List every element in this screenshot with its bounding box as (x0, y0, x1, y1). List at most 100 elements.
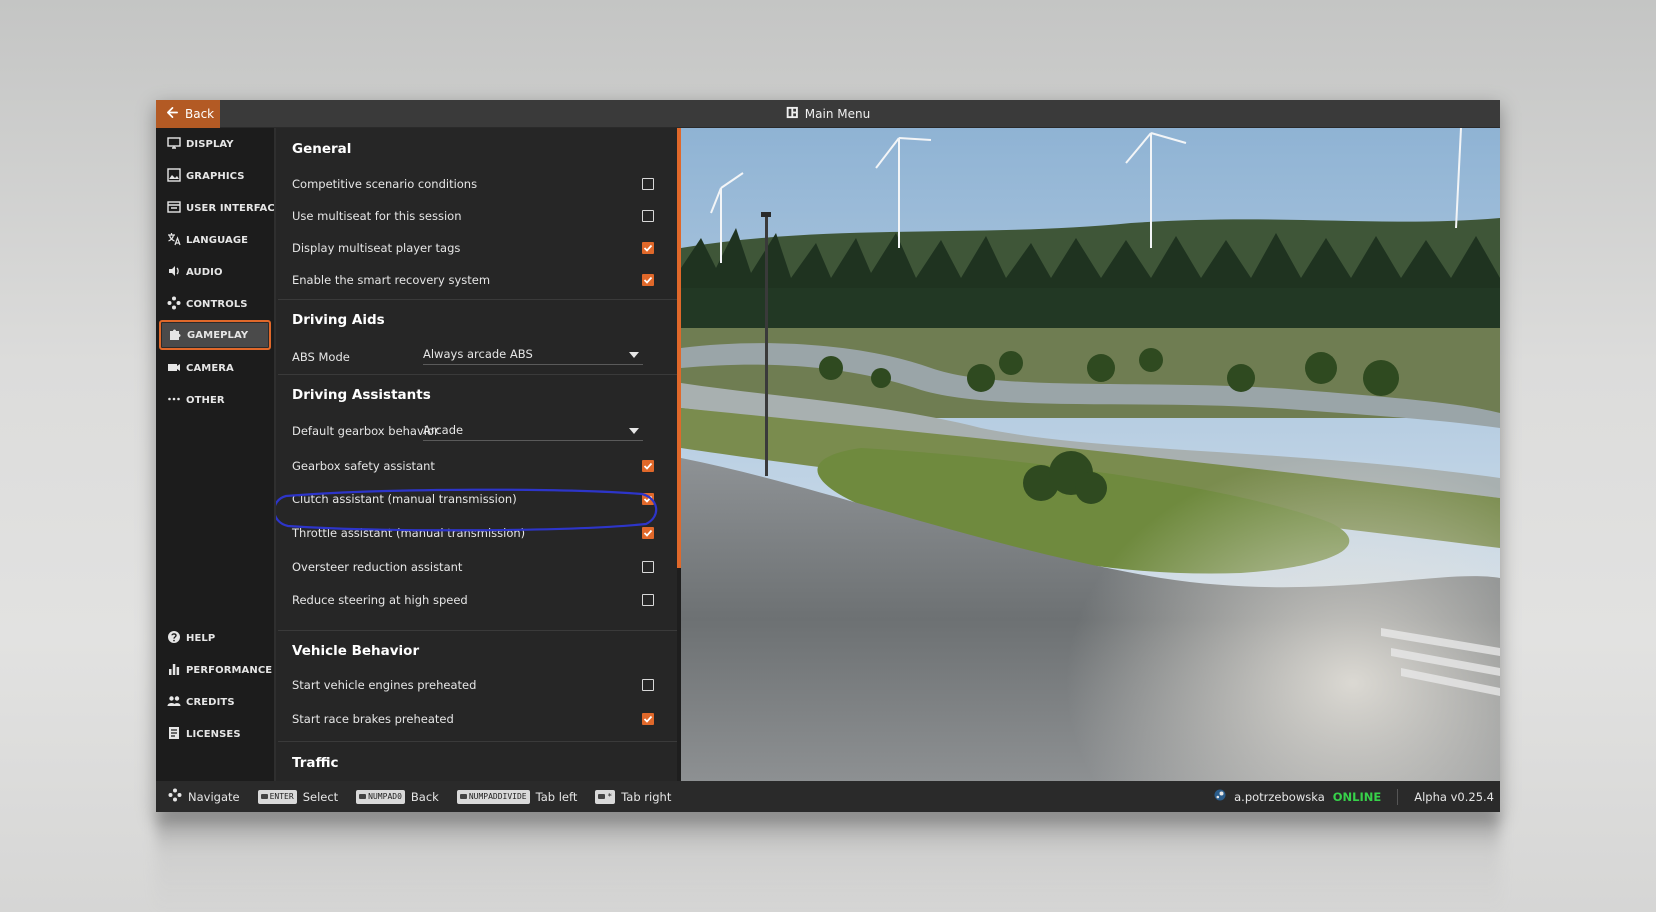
gearbox-behavior-select[interactable]: Arcade (423, 419, 643, 441)
hint-navigate: Navigate (168, 788, 240, 805)
competitive-scenario-checkbox[interactable] (642, 178, 654, 190)
setting-label: Enable the smart recovery system (292, 273, 491, 287)
setting-row-reduce-steering[interactable]: Reduce steering at high speed (292, 584, 662, 616)
sidebar-item-camera[interactable]: CAMERA (160, 354, 270, 382)
setting-row-oversteer-reduction[interactable]: Oversteer reduction assistant (292, 551, 662, 583)
hint-back[interactable]: NUMPAD0 Back (356, 789, 439, 804)
ellipsis-icon (167, 392, 181, 409)
section-divider (278, 374, 677, 375)
sidebar-item-other[interactable]: OTHER (160, 386, 270, 414)
asterisk-icon: * (607, 792, 613, 801)
setting-row-multiseat-tags[interactable]: Display multiseat player tags (292, 232, 662, 264)
setting-row-brakes-preheated[interactable]: Start race brakes preheated (292, 703, 662, 735)
sidebar-item-language[interactable]: LANGUAGE (160, 226, 270, 254)
abs-mode-select[interactable]: Always arcade ABS (423, 343, 643, 365)
key-label: NUMPAD0 (368, 792, 402, 801)
steam-icon (1214, 789, 1226, 804)
section-title-vehicle-behavior: Vehicle Behavior (292, 643, 420, 659)
hint-tab-right[interactable]: * Tab right (595, 789, 672, 804)
dpad-icon (167, 296, 181, 313)
sidebar-item-help[interactable]: HELP (160, 624, 270, 652)
throttle-assistant-checkbox[interactable] (642, 527, 654, 539)
sidebar-item-label: AUDIO (186, 266, 223, 278)
scene-preview (681, 128, 1500, 781)
window-reflection (156, 812, 1500, 912)
multiseat-tags-checkbox[interactable] (642, 242, 654, 254)
sidebar-item-controls[interactable]: CONTROLS (160, 290, 270, 318)
puzzle-icon (168, 327, 182, 344)
hint-label: Tab right (621, 789, 672, 804)
hint-label: Select (302, 789, 339, 804)
setting-row-use-multiseat[interactable]: Use multiseat for this session (292, 200, 662, 232)
gearbox-behavior-value: Arcade (423, 422, 464, 437)
window-icon (167, 200, 181, 217)
dpad-icon (168, 788, 182, 805)
keyboard-icon (598, 794, 606, 799)
brakes-preheated-checkbox[interactable] (642, 713, 654, 725)
title-bar: Back Main Menu (156, 100, 1500, 128)
sidebar-item-label: HELP (186, 632, 216, 644)
chevron-down-icon (629, 347, 643, 361)
track-scene-image (681, 128, 1500, 781)
keycap-multiply: * (595, 789, 616, 804)
keycap-enter: ENTER (257, 789, 297, 804)
setting-row-clutch-assistant[interactable]: Clutch assistant (manual transmission) (292, 483, 662, 515)
section-divider (278, 630, 677, 631)
setting-row-engines-preheated[interactable]: Start vehicle engines preheated (292, 669, 662, 701)
setting-label: Throttle assistant (manual transmission) (292, 526, 526, 540)
sidebar-item-label: DISPLAY (186, 138, 234, 150)
sidebar-item-user-interface[interactable]: USER INTERFACE (160, 194, 282, 222)
sidebar-item-label: GAMEPLAY (187, 329, 249, 341)
section-title-general: General (292, 141, 352, 157)
version-label: Alpha v0.25.4 (1414, 789, 1494, 804)
arrow-left-icon (166, 106, 179, 122)
use-multiseat-checkbox[interactable] (642, 210, 654, 222)
back-button-label: Back (185, 107, 215, 121)
translate-icon (167, 232, 181, 249)
footer-bar: Navigate ENTER Select NUMPAD0 Back NUMPA… (156, 781, 1500, 812)
image-icon (167, 167, 181, 185)
sidebar-item-audio[interactable]: AUDIO (160, 258, 270, 286)
setting-row-gearbox-safety[interactable]: Gearbox safety assistant (292, 450, 662, 482)
oversteer-reduction-checkbox[interactable] (642, 561, 654, 573)
sidebar-item-credits[interactable]: CREDITS (160, 688, 270, 716)
keyboard-icon (359, 794, 367, 799)
sidebar-item-graphics[interactable]: GRAPHICS (160, 162, 270, 190)
checkmark-icon (643, 529, 653, 537)
sidebar-item-label: GRAPHICS (186, 170, 245, 182)
sidebar-item-gameplay[interactable]: GAMEPLAY (159, 320, 271, 350)
sidebar-item-display[interactable]: DISPLAY (160, 130, 270, 158)
gearbox-safety-checkbox[interactable] (642, 460, 654, 472)
speaker-icon (167, 264, 181, 281)
setting-row-competitive-scenario[interactable]: Competitive scenario conditions (292, 168, 662, 200)
section-title-driving-assistants: Driving Assistants (292, 387, 431, 403)
sidebar-item-licenses[interactable]: LICENSES (160, 720, 270, 748)
hint-select[interactable]: ENTER Select (257, 789, 339, 804)
sidebar-item-label: USER INTERFACE (186, 202, 282, 214)
setting-label: Clutch assistant (manual transmission) (292, 492, 517, 506)
checkmark-icon (643, 715, 653, 723)
engines-preheated-checkbox[interactable] (642, 679, 654, 691)
sidebar-item-label: LANGUAGE (186, 234, 249, 246)
back-button[interactable]: Back (156, 100, 220, 128)
settings-panel[interactable]: General Competitive scenario conditions … (274, 128, 677, 781)
reduce-steering-checkbox[interactable] (642, 594, 654, 606)
username: a.potrzebowska (1234, 789, 1325, 804)
clutch-assistant-checkbox[interactable] (642, 493, 654, 505)
sidebar-item-performance[interactable]: PERFORMANCE (160, 656, 273, 684)
key-label: ENTER (269, 792, 294, 801)
gearbox-behavior-label: Default gearbox behavior (292, 424, 439, 438)
hint-tab-left[interactable]: NUMPADDIVIDE Tab left (456, 789, 577, 804)
footer-separator (1397, 788, 1399, 805)
setting-row-smart-recovery[interactable]: Enable the smart recovery system (292, 264, 662, 296)
checkmark-icon (643, 244, 653, 252)
smart-recovery-checkbox[interactable] (642, 274, 654, 286)
setting-row-throttle-assistant[interactable]: Throttle assistant (manual transmission) (292, 517, 662, 549)
document-icon (167, 726, 181, 743)
sidebar-item-label: PERFORMANCE (186, 664, 273, 676)
setting-label: Use multiseat for this session (292, 209, 462, 223)
setting-label: Reduce steering at high speed (292, 593, 468, 607)
hint-label: Back (410, 789, 439, 804)
main-menu-icon (786, 106, 799, 122)
checkmark-icon (643, 276, 653, 284)
